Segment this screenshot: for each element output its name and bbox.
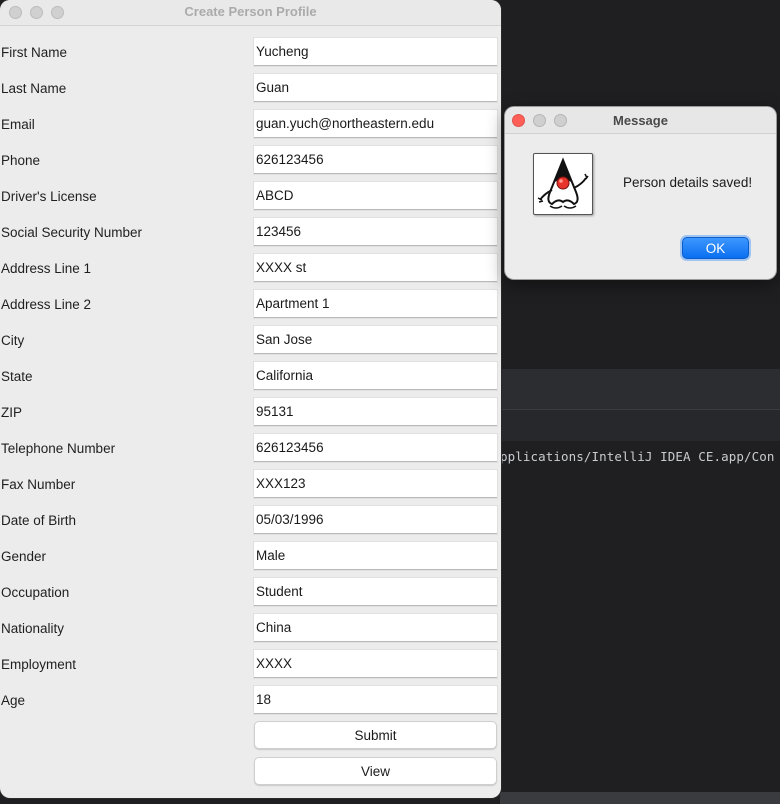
state-input[interactable]: [254, 362, 497, 390]
email-label: Email: [1, 117, 35, 132]
form-row: Fax Number: [0, 470, 501, 500]
last-name-input[interactable]: [254, 74, 497, 102]
form-row: Employment: [0, 650, 501, 680]
message-dialog: Message Person details saved! OK: [505, 107, 776, 279]
view-button[interactable]: View: [254, 757, 497, 785]
create-person-profile-window: Create Person Profile First Name Last Nam…: [0, 0, 501, 798]
telephone-number-input[interactable]: [254, 434, 497, 462]
date-of-birth-input[interactable]: [254, 506, 497, 534]
date-of-birth-label: Date of Birth: [1, 513, 77, 528]
nationality-input[interactable]: [254, 614, 497, 642]
window-title: Create Person Profile: [184, 4, 317, 19]
phone-label: Phone: [1, 153, 41, 168]
form-row: Gender: [0, 542, 501, 572]
ide-status-bar: [500, 792, 780, 804]
ide-console-output: pplications/IntelliJ IDEA CE.app/Con: [500, 449, 775, 464]
age-label: Age: [1, 693, 26, 708]
address-line-2-input[interactable]: [254, 290, 497, 318]
city-label: City: [1, 333, 25, 348]
form-row: Age: [0, 686, 501, 716]
nationality-label: Nationality: [1, 621, 65, 636]
state-label: State: [1, 369, 33, 384]
form-row: Driver's License: [0, 182, 501, 212]
social-security-number-label: Social Security Number: [1, 225, 143, 240]
phone-input[interactable]: [254, 146, 497, 174]
ide-tab-bar: [500, 409, 780, 441]
age-input[interactable]: [254, 686, 497, 714]
first-name-input[interactable]: [254, 38, 497, 66]
dialog-message: Person details saved!: [623, 175, 753, 190]
driver-s-license-label: Driver's License: [1, 189, 97, 204]
dialog-title: Message: [613, 113, 668, 128]
city-input[interactable]: [254, 326, 497, 354]
form-row: Telephone Number: [0, 434, 501, 464]
window-titlebar[interactable]: Create Person Profile: [0, 0, 501, 26]
employment-label: Employment: [1, 657, 77, 672]
first-name-label: First Name: [1, 45, 68, 60]
form-row: Last Name: [0, 74, 501, 104]
driver-s-license-input[interactable]: [254, 182, 497, 210]
occupation-label: Occupation: [1, 585, 70, 600]
address-line-1-input[interactable]: [254, 254, 497, 282]
form-row: Date of Birth: [0, 506, 501, 536]
address-line-2-label: Address Line 2: [1, 297, 92, 312]
form-row: Address Line 2: [0, 290, 501, 320]
fax-number-input[interactable]: [254, 470, 497, 498]
dialog-titlebar[interactable]: Message: [505, 107, 776, 134]
submit-button[interactable]: Submit: [254, 721, 497, 749]
form-row: Email: [0, 110, 501, 140]
form-row: ZIP: [0, 398, 501, 428]
zip-label: ZIP: [1, 405, 23, 420]
gender-label: Gender: [1, 549, 47, 564]
telephone-number-label: Telephone Number: [1, 441, 116, 456]
address-line-1-label: Address Line 1: [1, 261, 92, 276]
ide-toolbar: [500, 369, 780, 409]
occupation-input[interactable]: [254, 578, 497, 606]
form-row: Nationality: [0, 614, 501, 644]
form-row: Occupation: [0, 578, 501, 608]
form-row: Phone: [0, 146, 501, 176]
form-row: State: [0, 362, 501, 392]
last-name-label: Last Name: [1, 81, 67, 96]
zip-input[interactable]: [254, 398, 497, 426]
employment-input[interactable]: [254, 650, 497, 678]
ok-button[interactable]: OK: [682, 237, 749, 259]
form-row: Social Security Number: [0, 218, 501, 248]
fax-number-label: Fax Number: [1, 477, 76, 492]
form-row: First Name: [0, 38, 501, 68]
social-security-number-input[interactable]: [254, 218, 497, 246]
email-input[interactable]: [254, 110, 497, 138]
java-duke-icon: [533, 153, 593, 215]
gender-input[interactable]: [254, 542, 497, 570]
form-row: Address Line 1: [0, 254, 501, 284]
form-row: City: [0, 326, 501, 356]
